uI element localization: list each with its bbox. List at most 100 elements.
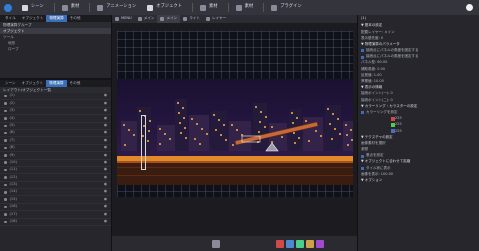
layer-toggle-icon[interactable]: ● — [98, 219, 107, 224]
viewport-tab-main-2[interactable]: メイン — [157, 15, 181, 23]
layer-label: (12) — [9, 174, 17, 179]
layer-row[interactable]: (8) ● — [0, 145, 111, 153]
viewport-tab-main[interactable]: メイン — [135, 15, 158, 23]
tab-assets-3[interactable]: 素材 — [232, 0, 258, 15]
layer-toggle-icon[interactable]: ● — [98, 123, 107, 128]
property-label: 接続ポイント(一): 0 — [361, 91, 393, 96]
checkbox-icon[interactable] — [361, 111, 364, 115]
blue-tool-icon[interactable] — [286, 240, 294, 248]
property-title: (1) — [361, 16, 366, 21]
layer-row[interactable]: (17) ● — [0, 211, 111, 219]
layers-icon — [206, 17, 211, 21]
layer-visibility-icon[interactable] — [4, 94, 7, 98]
viewport-tab-light[interactable]: ライト — [180, 15, 203, 23]
layer-toggle-icon[interactable]: ● — [98, 116, 107, 121]
layer-toggle-icon[interactable]: ● — [98, 131, 107, 135]
layer-row[interactable]: (9) ● — [0, 152, 111, 160]
purple-tool-icon[interactable] — [316, 240, 324, 248]
property-label: 画像を表示: 100.00 — [361, 171, 394, 176]
red-tool-icon[interactable] — [276, 240, 284, 248]
layer-visibility-icon[interactable] — [4, 139, 7, 142]
layer-visibility-icon[interactable] — [4, 183, 7, 187]
layer-row[interactable]: (10) ● — [0, 160, 111, 167]
layer-visibility-icon[interactable] — [4, 154, 7, 157]
property-panel: (1) ▼ 基本の設定 配置レイヤー: メイン 表示優先度: 0 ▼ 物理演算のパラメ… — [357, 15, 479, 251]
layer-toggle-icon[interactable]: ● — [98, 138, 107, 143]
layer-visibility-icon[interactable] — [4, 146, 7, 150]
layer-toggle-icon[interactable]: ● — [98, 212, 107, 217]
left-tab-physics[interactable]: 物理演算 — [46, 15, 67, 22]
tab-assets[interactable]: 素材 — [58, 0, 84, 15]
layer-toggle-icon[interactable]: ● — [98, 182, 107, 187]
layer-row[interactable]: (2) ● — [0, 100, 111, 108]
property-row[interactable]: ▼ オプション — [358, 178, 479, 184]
layer-row[interactable]: (1) ● — [0, 93, 111, 101]
tab-scene[interactable]: シーン — [18, 0, 48, 15]
layer-row[interactable]: (3) ● — [0, 108, 111, 116]
layer-toggle-icon[interactable]: ● — [98, 205, 107, 209]
layer-row[interactable]: (15) ● — [0, 196, 111, 204]
layer-row[interactable]: (4) ● — [0, 115, 111, 123]
scene-viewport[interactable] — [117, 31, 353, 197]
layer-toggle-icon[interactable]: ● — [98, 101, 107, 106]
layer-visibility-icon[interactable] — [4, 102, 7, 105]
checkbox-icon[interactable] — [361, 55, 364, 59]
yellow-tool-icon[interactable] — [306, 240, 314, 248]
layer-toggle-icon[interactable]: ● — [98, 175, 107, 180]
layer-row[interactable]: (7) ● — [0, 137, 111, 145]
left-tab-physics-2[interactable]: 物理演算 — [46, 80, 67, 87]
viewport-tab-menu[interactable]: MENU — [112, 15, 135, 23]
layer-row[interactable]: (12) ● — [0, 174, 111, 182]
tab-assets-2[interactable]: 素材 — [196, 0, 222, 15]
left-tab-object-2[interactable]: オブジェクト — [19, 80, 47, 87]
left-tab-object[interactable]: オブジェクト — [19, 15, 47, 22]
layer-row[interactable]: (5) ● — [0, 123, 111, 130]
layer-visibility-icon[interactable] — [4, 168, 7, 172]
layer-toggle-icon[interactable]: ● — [98, 109, 107, 113]
selection-handle[interactable] — [141, 115, 146, 170]
green-tool-icon[interactable] — [296, 240, 304, 248]
layer-toggle-icon[interactable]: ● — [98, 160, 107, 165]
checkbox-icon[interactable] — [361, 166, 364, 170]
lock-icon[interactable] — [212, 240, 220, 248]
layer-row[interactable]: (13) ● — [0, 182, 111, 190]
layer-visibility-icon[interactable] — [4, 124, 7, 127]
layer-visibility-icon[interactable] — [4, 191, 7, 194]
tab-object[interactable]: オブジェクト — [143, 0, 186, 15]
left-tab-other-2[interactable]: その他 — [67, 80, 84, 87]
checkbox-icon[interactable] — [361, 154, 364, 158]
layer-toggle-icon[interactable]: ● — [98, 197, 107, 202]
layer-label: (5) — [9, 122, 15, 127]
left-tab-other[interactable]: その他 — [67, 15, 84, 22]
seesaw[interactable] — [117, 79, 353, 185]
layer-row[interactable]: (11) ● — [0, 167, 111, 175]
layer-row[interactable]: (14) ● — [0, 189, 111, 197]
layer-toggle-icon[interactable]: ● — [98, 94, 107, 98]
layer-row[interactable]: (16) ● — [0, 204, 111, 212]
layer-visibility-icon[interactable] — [4, 213, 7, 216]
layer-visibility-icon[interactable] — [4, 176, 7, 179]
layer-toggle-icon[interactable]: ● — [98, 146, 107, 150]
tab-plugin[interactable]: プラグイン — [267, 0, 305, 15]
checkbox-icon[interactable] — [361, 49, 364, 53]
viewport-tab-layer[interactable]: レイヤー — [203, 15, 229, 23]
app-logo-icon[interactable] — [4, 3, 12, 12]
layer-toggle-icon[interactable]: ● — [98, 168, 107, 172]
layer-visibility-icon[interactable] — [4, 220, 7, 224]
property-label: 255 — [395, 128, 402, 133]
layer-toggle-icon[interactable]: ● — [98, 153, 107, 158]
theme-toggle-icon[interactable] — [466, 4, 473, 11]
left-tab-tile[interactable]: タイル — [2, 15, 19, 22]
layer-visibility-icon[interactable] — [4, 198, 7, 201]
layer-visibility-icon[interactable] — [4, 131, 7, 135]
layer-visibility-icon[interactable] — [4, 117, 7, 120]
left-tab-scene[interactable]: シーン — [2, 80, 19, 87]
layer-row[interactable]: (18) ● — [0, 219, 111, 227]
tab-animation[interactable]: アニメーション — [93, 0, 140, 15]
layer-visibility-icon[interactable] — [4, 161, 7, 164]
layer-visibility-icon[interactable] — [4, 205, 7, 209]
app-window: シーン 素材 アニメーション オブジェクト 素材 素材 プラグイン タイル オブ… — [0, 0, 479, 251]
layer-row[interactable]: (6) ● — [0, 130, 111, 138]
layer-toggle-icon[interactable]: ● — [98, 190, 107, 194]
layer-visibility-icon[interactable] — [4, 109, 7, 113]
